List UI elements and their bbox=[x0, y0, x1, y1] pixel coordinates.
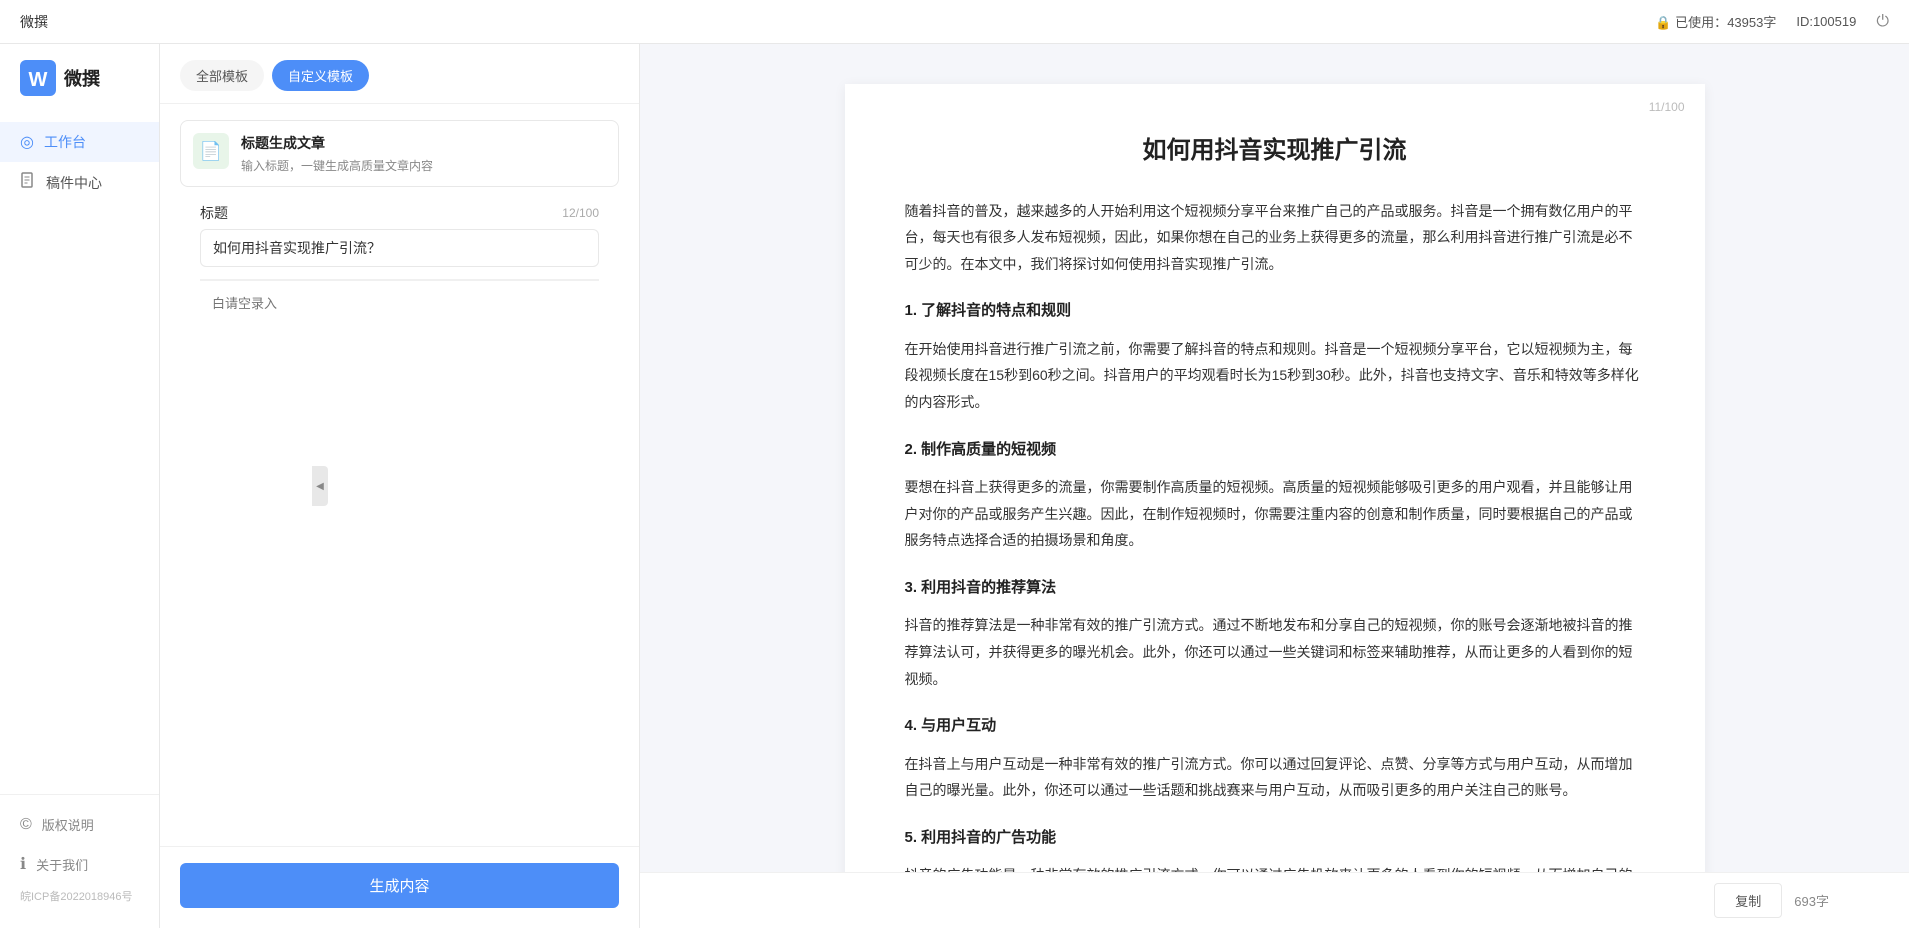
sidebar-item-drafts[interactable]: 稿件中心 bbox=[0, 162, 159, 203]
sidebar: W 微撰 ◎ 工作台 稿件中心 © 版权说明 ℹ 关于我们 bbox=[0, 44, 160, 928]
section-5: 5. 利用抖音的广告功能 抖音的广告功能是一种非常有效的推广引流方式。你可以通过… bbox=[905, 824, 1645, 872]
sidebar-item-workbench[interactable]: ◎ 工作台 bbox=[0, 122, 159, 162]
template-card-desc: 输入标题，一键生成高质量文章内容 bbox=[241, 157, 606, 174]
sidebar-item-label-workbench: 工作台 bbox=[44, 132, 86, 152]
section-intro: 随着抖音的普及，越来越多的人开始利用这个短视频分享平台来推广自己的产品或服务。抖… bbox=[905, 198, 1645, 278]
copyright-icon: © bbox=[20, 816, 32, 834]
generate-area: 生成内容 bbox=[160, 846, 639, 928]
content-area: ◀ 全部模板 自定义模板 📄 标题生成文章 输入标题，一键生成高质量文章内容 标… bbox=[160, 44, 1909, 928]
tab-bar: 全部模板 自定义模板 bbox=[160, 44, 639, 104]
drafts-icon bbox=[20, 172, 36, 193]
field-header-title: 标题 12/100 bbox=[200, 203, 599, 223]
content-textarea[interactable] bbox=[200, 280, 599, 440]
title-input[interactable] bbox=[200, 229, 599, 267]
section-1: 1. 了解抖音的特点和规则 在开始使用抖音进行推广引流之前，你需要了解抖音的特点… bbox=[905, 297, 1645, 415]
preview-bottom: 复制 693字 bbox=[640, 872, 1909, 928]
sidebar-item-label-drafts: 稿件中心 bbox=[46, 173, 102, 193]
page-count: 11/100 bbox=[1649, 100, 1685, 114]
generate-button[interactable]: 生成内容 bbox=[180, 863, 619, 908]
copy-button[interactable]: 复制 bbox=[1714, 883, 1782, 918]
sidebar-item-label-copyright: 版权说明 bbox=[42, 815, 94, 834]
section-2-heading: 2. 制作高质量的短视频 bbox=[905, 436, 1645, 465]
section-1-heading: 1. 了解抖音的特点和规则 bbox=[905, 297, 1645, 326]
tab-all[interactable]: 全部模板 bbox=[180, 60, 264, 91]
svg-text:W: W bbox=[29, 69, 48, 91]
section-5-heading: 5. 利用抖音的广告功能 bbox=[905, 824, 1645, 853]
section-3-body: 抖音的推荐算法是一种非常有效的推广引流方式。通过不断地发布和分享自己的短视频，你… bbox=[905, 612, 1645, 692]
template-card-title: 标题生成文章 bbox=[241, 133, 606, 153]
topbar-title: 微撰 bbox=[20, 12, 48, 32]
preview-doc: 11/100 如何用抖音实现推广引流 随着抖音的普及，越来越多的人开始利用这个短… bbox=[845, 84, 1705, 872]
about-icon: ℹ bbox=[20, 854, 26, 874]
title-field-label: 标题 bbox=[200, 203, 228, 223]
logo-text: 微撰 bbox=[64, 65, 100, 91]
right-panel: 11/100 如何用抖音实现推广引流 随着抖音的普及，越来越多的人开始利用这个短… bbox=[640, 44, 1909, 928]
section-1-body: 在开始使用抖音进行推广引流之前，你需要了解抖音的特点和规则。抖音是一个短视频分享… bbox=[905, 336, 1645, 416]
icp-text: 皖ICP备2022018946号 bbox=[0, 884, 159, 912]
collapse-button[interactable]: ◀ bbox=[312, 466, 328, 506]
section-2-body: 要想在抖音上获得更多的流量，你需要制作高质量的短视频。高质量的短视频能够吸引更多… bbox=[905, 474, 1645, 554]
section-4-heading: 4. 与用户互动 bbox=[905, 712, 1645, 741]
title-char-count: 12/100 bbox=[562, 206, 599, 220]
preview-title: 如何用抖音实现推广引流 bbox=[905, 134, 1645, 168]
template-section: 📄 标题生成文章 输入标题，一键生成高质量文章内容 标题 12/100 bbox=[160, 104, 639, 846]
logo-icon: W bbox=[20, 60, 56, 96]
sidebar-item-label-about: 关于我们 bbox=[36, 855, 88, 874]
user-id: ID:100519 bbox=[1796, 14, 1856, 29]
left-panel: 全部模板 自定义模板 📄 标题生成文章 输入标题，一键生成高质量文章内容 标题 … bbox=[160, 44, 640, 928]
section-3-heading: 3. 利用抖音的推荐算法 bbox=[905, 574, 1645, 603]
sidebar-bottom: © 版权说明 ℹ 关于我们 皖ICP备2022018946号 bbox=[0, 794, 159, 928]
main-layout: W 微撰 ◎ 工作台 稿件中心 © 版权说明 ℹ 关于我们 bbox=[0, 44, 1909, 928]
section-3: 3. 利用抖音的推荐算法 抖音的推荐算法是一种非常有效的推广引流方式。通过不断地… bbox=[905, 574, 1645, 692]
workbench-icon: ◎ bbox=[20, 132, 34, 152]
template-card-content: 标题生成文章 输入标题，一键生成高质量文章内容 bbox=[241, 133, 606, 174]
topbar-right: 🔒 已使用：43953字 ID:100519 ⏻ bbox=[1655, 12, 1889, 31]
tab-custom[interactable]: 自定义模板 bbox=[272, 60, 369, 91]
intro-text: 随着抖音的普及，越来越多的人开始利用这个短视频分享平台来推广自己的产品或服务。抖… bbox=[905, 198, 1645, 278]
topbar: 微撰 🔒 已使用：43953字 ID:100519 ⏻ bbox=[0, 0, 1909, 44]
preview-body: 随着抖音的普及，越来越多的人开始利用这个短视频分享平台来推广自己的产品或服务。抖… bbox=[905, 198, 1645, 872]
word-stat: 693字 bbox=[1794, 891, 1829, 910]
section-2: 2. 制作高质量的短视频 要想在抖音上获得更多的流量，你需要制作高质量的短视频。… bbox=[905, 436, 1645, 554]
preview-wrapper: 11/100 如何用抖音实现推广引流 随着抖音的普及，越来越多的人开始利用这个短… bbox=[640, 44, 1909, 872]
word-count-value: 43953字 bbox=[1727, 15, 1776, 30]
sidebar-item-about[interactable]: ℹ 关于我们 bbox=[0, 844, 159, 884]
logo-area: W 微撰 bbox=[0, 44, 159, 112]
template-card[interactable]: 📄 标题生成文章 输入标题，一键生成高质量文章内容 bbox=[180, 120, 619, 187]
template-card-icon: 📄 bbox=[193, 133, 229, 169]
section-4-body: 在抖音上与用户互动是一种非常有效的推广引流方式。你可以通过回复评论、点赞、分享等… bbox=[905, 751, 1645, 804]
section-4: 4. 与用户互动 在抖音上与用户互动是一种非常有效的推广引流方式。你可以通过回复… bbox=[905, 712, 1645, 804]
sidebar-nav: ◎ 工作台 稿件中心 bbox=[0, 112, 159, 794]
form-section: 标题 12/100 bbox=[180, 203, 619, 445]
word-count-display: 🔒 已使用：43953字 bbox=[1655, 12, 1776, 31]
section-5-body: 抖音的广告功能是一种非常有效的推广引流方式。你可以通过广告投放来让更多的人看到你… bbox=[905, 862, 1645, 872]
sidebar-item-copyright[interactable]: © 版权说明 bbox=[0, 805, 159, 844]
power-button[interactable]: ⏻ bbox=[1876, 13, 1889, 31]
word-count-icon: 🔒 bbox=[1655, 15, 1671, 30]
word-used-label: 已使用： bbox=[1675, 15, 1727, 30]
